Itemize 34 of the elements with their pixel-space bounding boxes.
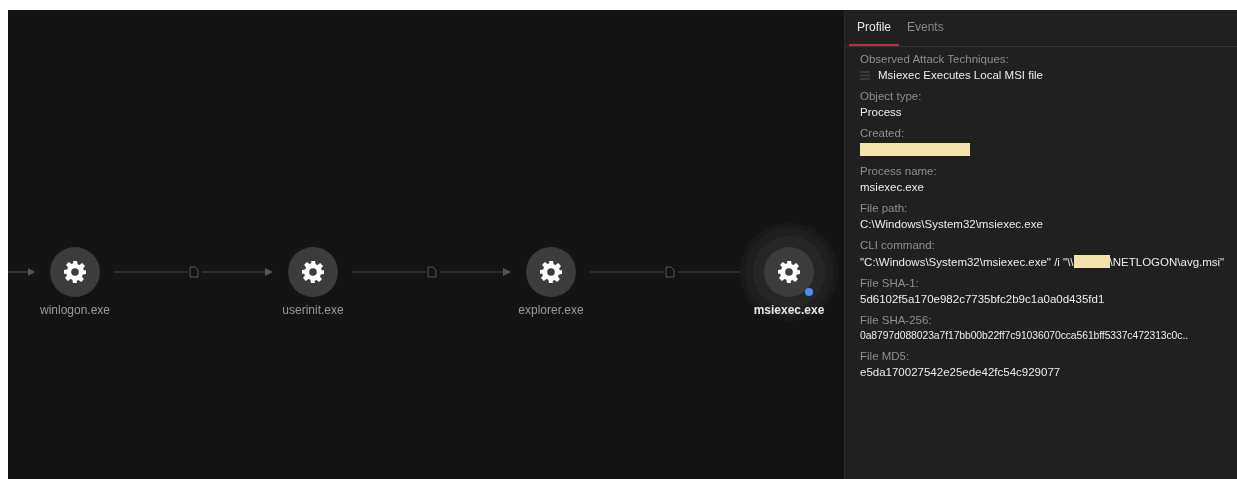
field-label: File SHA-256: [860,314,933,326]
field-label: Process name: [860,165,938,177]
process-node[interactable] [764,247,814,297]
field-value: msiexec.exe [860,181,925,193]
field-value: e5da170027542e25ede42fc54c929077 [860,366,1062,378]
field-label: Created: [860,127,906,139]
technique-icon [860,70,870,80]
node-label: explorer.exe [518,303,584,317]
process-node[interactable] [288,247,338,297]
field-label: Object type: [860,90,923,102]
process-node[interactable] [526,247,576,297]
gear-icon [539,260,563,284]
field-value: 0a8797d088023a7f17bb00b22ff7c91036070cca561bff5337c472313c0c.. [860,330,1189,341]
process-node[interactable] [50,247,100,297]
node-label: winlogon.exe [39,303,111,317]
field-label: File SHA-1: [860,277,920,289]
field-label: CLI command: [860,239,936,251]
gear-icon [301,260,325,284]
redaction-bar [1073,255,1110,268]
field-value: C:\Windows\System32\msiexec.exe [860,218,1044,230]
tab[interactable]: Events [899,10,952,46]
gear-icon [63,260,87,284]
technique-name: Msiexec Executes Local MSI file [878,69,1043,81]
arrow-line [8,267,36,277]
field-value: 5d6102f5a170e982c7735bfc2b9c1a0a0d435fd1 [860,293,1106,305]
field-label: Observed Attack Techniques: [860,53,1010,65]
tab[interactable]: Profile [849,10,899,46]
node-label: msiexec.exe [753,303,825,317]
node-label: userinit.exe [282,303,344,317]
command-text: "C:\Windows\System32\msiexec.exe" /i "\\ [860,255,1074,268]
field-label: File MD5: [860,350,911,362]
field-value: Process [860,106,903,118]
field-label: File path: [860,202,909,214]
gear-icon [777,260,801,284]
